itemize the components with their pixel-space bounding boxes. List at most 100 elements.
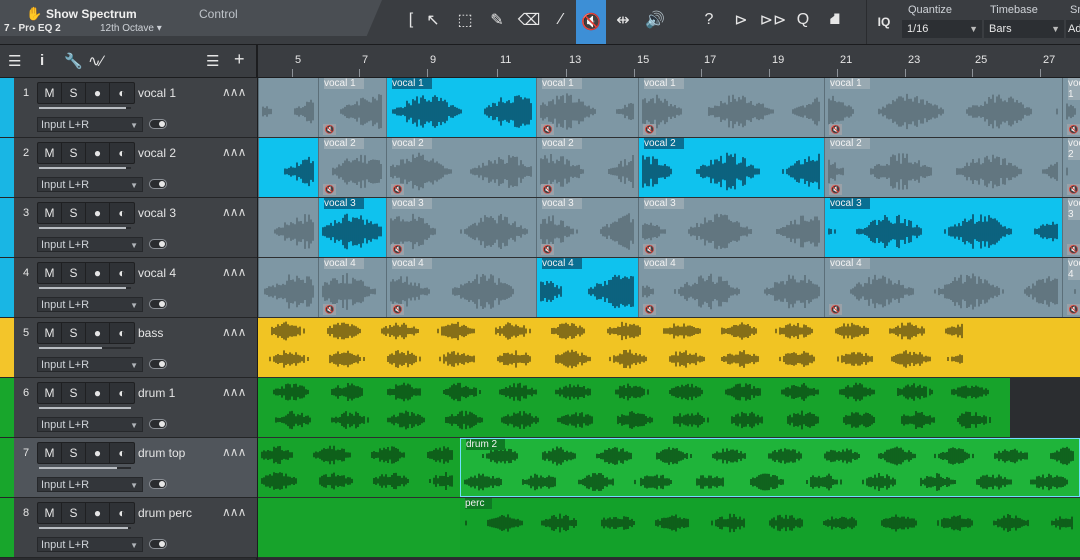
solo-button[interactable]: S [62,83,86,103]
range-tool-icon[interactable]: ⬚ [450,5,480,35]
audio-event-muted[interactable]: vocal 4 🔇 [386,258,536,317]
audio-event-muted[interactable]: vocal 2 🔇 [536,138,638,197]
monitor-button[interactable]: ◐ [110,203,134,223]
solo-button[interactable]: S [62,203,86,223]
mute-tool-icon[interactable]: 🔇 [576,0,606,44]
hand-icon[interactable]: ✋ [26,6,42,22]
menu-icon[interactable]: ☰ [8,52,21,70]
record-arm-button[interactable]: ● [86,203,110,223]
audio-event-muted[interactable] [258,258,318,317]
track-color-strip[interactable] [0,438,14,497]
audio-event[interactable]: vocal 1 [386,78,536,137]
solo-button[interactable]: S [62,503,86,523]
volume-fader[interactable] [39,227,131,229]
track-name[interactable]: vocal 3 [138,206,176,220]
mute-button[interactable]: M [38,443,62,463]
monitor-button[interactable]: ◐ [110,83,134,103]
track-name[interactable]: bass [138,326,163,340]
mute-button[interactable]: M [38,263,62,283]
audio-event-muted[interactable]: vocal 1 🔇 [638,78,824,137]
track-header[interactable]: 7 M S ● ◐ drum top ∧∧∧ Input L+R ▼ [0,438,257,498]
track-name[interactable]: drum 1 [138,386,175,400]
monitor-toggle[interactable] [149,539,167,549]
listen-tool-icon[interactable]: 🔊 [640,5,670,35]
audio-event-muted[interactable]: vocal 3 🔇 [386,198,536,257]
track-color-strip[interactable] [0,498,14,557]
track-lane[interactable]: drum 2 [258,438,1080,498]
track-color-strip[interactable] [0,78,14,137]
audio-event-muted[interactable]: vocal 3 🔇 [638,198,824,257]
monitor-button[interactable]: ◐ [110,323,134,343]
input-select[interactable]: Input L+R ▼ [37,537,143,552]
monitor-button[interactable]: ◐ [110,263,134,283]
input-select[interactable]: Input L+R ▼ [37,357,143,372]
audio-event[interactable] [258,318,1080,377]
add-track-icon[interactable]: + [234,49,245,70]
record-arm-button[interactable]: ● [86,143,110,163]
waveform-icon[interactable]: ∧∧∧ [222,445,246,459]
input-select[interactable]: Input L+R ▼ [37,297,143,312]
mute-button[interactable]: M [38,323,62,343]
track-lane[interactable]: vocal 4 🔇 vocal 4 🔇 vocal 4 vocal 4 🔇 vocal 4 🔇 v… [258,258,1080,318]
plugin-name[interactable]: 7 - Pro EQ 2 [4,23,61,34]
audio-event-muted[interactable]: vocal 2 🔇 [386,138,536,197]
audio-event-muted[interactable]: vocal 4 🔇 [1062,258,1080,317]
record-arm-button[interactable]: ● [86,83,110,103]
track-header[interactable]: 4 M S ● ◐ vocal 4 ∧∧∧ Input L+R ▼ [0,258,257,318]
info-icon[interactable]: i [40,52,44,69]
quantize-select[interactable]: 1/16 ▼ [902,20,982,38]
bend-tool-icon[interactable]: ⇹ [608,5,638,35]
track-header[interactable]: 5 M S ● ◐ bass ∧∧∧ Input L+R ▼ [0,318,257,378]
automation-icon[interactable]: ∿∕ [88,52,103,70]
paint-tool-icon[interactable]: ∕ [546,5,576,35]
track-color-strip[interactable] [0,378,14,437]
track-lane[interactable]: vocal 2 🔇 vocal 2 🔇 vocal 2 🔇 vocal 2 vocal 2 🔇 v… [258,138,1080,198]
timebase-select[interactable]: Bars ▼ [984,20,1064,38]
audio-event-muted[interactable]: vocal 3 🔇 [1062,198,1080,257]
mute-button[interactable]: M [38,203,62,223]
audio-event-muted[interactable]: vocal 2 🔇 [824,138,1062,197]
audio-event[interactable] [258,138,318,197]
track-color-strip[interactable] [0,198,14,257]
input-select[interactable]: Input L+R ▼ [37,237,143,252]
record-arm-button[interactable]: ● [86,443,110,463]
track-name[interactable]: drum perc [138,506,192,520]
track-header[interactable]: 2 M S ● ◐ vocal 2 ∧∧∧ Input L+R ▼ [0,138,257,198]
audio-event-muted[interactable]: vocal 1 🔇 [824,78,1062,137]
monitor-toggle[interactable] [149,479,167,489]
track-header[interactable]: 8 M S ● ◐ drum perc ∧∧∧ Input L+R ▼ [0,498,257,558]
solo-button[interactable]: S [62,383,86,403]
waveform-icon[interactable]: ∧∧∧ [222,265,246,279]
timeline-ruler[interactable]: 5 7 9 11 13 15 17 19 21 23 25 27 [258,45,1080,78]
help-icon[interactable]: ? [694,5,724,35]
monitor-button[interactable]: ◐ [110,383,134,403]
audio-event[interactable]: vocal 3 [318,198,386,257]
solo-button[interactable]: S [62,143,86,163]
solo-button[interactable]: S [62,323,86,343]
monitor-button[interactable]: ◐ [110,143,134,163]
volume-fader[interactable] [39,467,131,469]
record-arm-button[interactable]: ● [86,503,110,523]
track-header[interactable]: 6 M S ● ◐ drum 1 ∧∧∧ Input L+R ▼ [0,378,257,438]
waveform-icon[interactable]: ∧∧∧ [222,85,246,99]
track-header[interactable]: 1 M S ● ◐ vocal 1 ∧∧∧ Input L+R ▼ [0,78,257,138]
audio-event-muted[interactable]: vocal 1 🔇 [536,78,638,137]
mute-button[interactable]: M [38,503,62,523]
eraser-tool-icon[interactable]: ⌫ [514,5,544,35]
audio-event[interactable] [258,438,460,497]
waveform-icon[interactable]: ∧∧∧ [222,145,246,159]
volume-fader[interactable] [39,527,131,529]
solo-button[interactable]: S [62,443,86,463]
audio-event-muted[interactable]: vocal 1 🔇 [318,78,386,137]
monitor-button[interactable]: ◐ [110,503,134,523]
audio-event-muted[interactable]: vocal 4 🔇 [638,258,824,317]
audio-event[interactable]: vocal 4 [536,258,638,317]
monitor-button[interactable]: ◐ [110,443,134,463]
record-arm-button[interactable]: ● [86,383,110,403]
arrow-tool-icon[interactable]: ↖ [418,5,448,35]
volume-fader[interactable] [39,407,131,409]
list-icon[interactable]: ☰ [206,52,219,70]
monitor-toggle[interactable] [149,299,167,309]
show-spectrum-button[interactable]: Show Spectrum [46,7,137,21]
track-name[interactable]: vocal 1 [138,86,176,100]
